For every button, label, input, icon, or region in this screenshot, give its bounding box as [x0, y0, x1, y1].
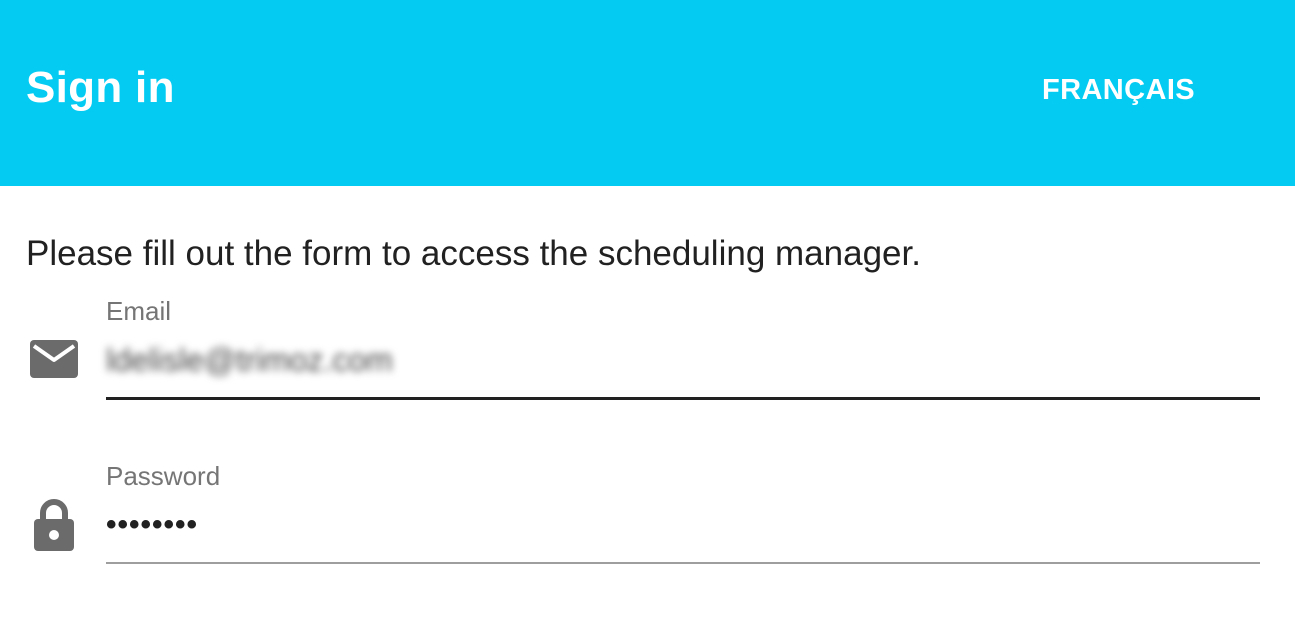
password-field[interactable]: ••••••••: [106, 497, 1260, 553]
email-underline: [106, 397, 1260, 400]
password-field-group: Password ••••••••: [0, 455, 1295, 567]
email-field-group: Email ldelisle@trimoz.com: [0, 290, 1295, 402]
lock-icon: [28, 495, 80, 551]
password-label: Password: [106, 461, 221, 491]
app-bar: Sign in FRANÇAIS: [0, 0, 1295, 186]
page-title: Sign in: [26, 63, 175, 112]
language-toggle-button[interactable]: FRANÇAIS: [1028, 68, 1209, 112]
password-underline: [106, 562, 1260, 564]
intro-text: Please fill out the form to access the s…: [26, 234, 921, 273]
mail-icon: [28, 334, 80, 386]
email-field[interactable]: ldelisle@trimoz.com: [106, 332, 1260, 388]
email-label: Email: [106, 296, 172, 326]
